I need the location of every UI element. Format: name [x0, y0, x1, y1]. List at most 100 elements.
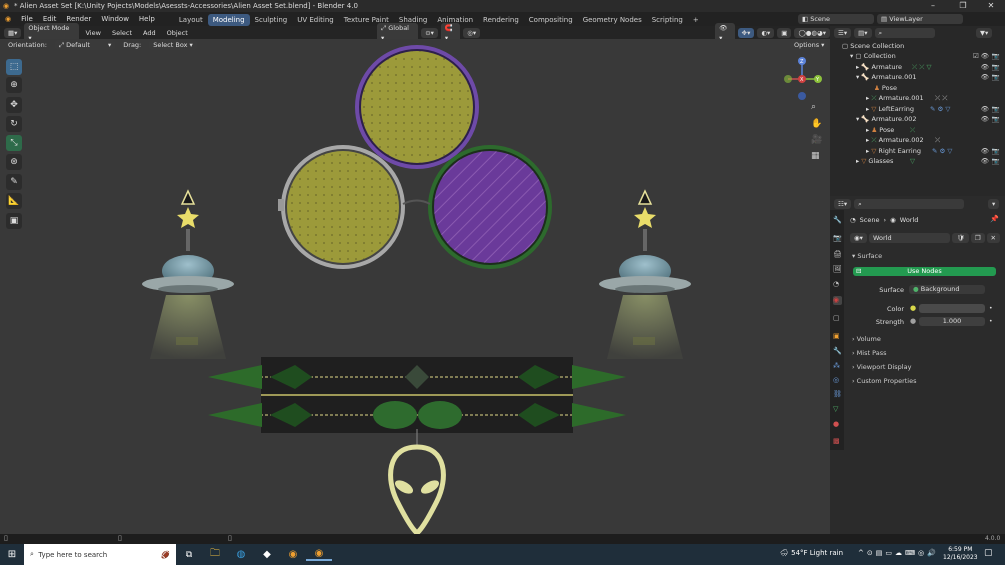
properties-editor-icon[interactable]: ☷▾ — [834, 199, 852, 209]
camera-view-icon[interactable]: 🎥 — [811, 135, 823, 147]
surface-shader-field[interactable]: ● Background — [909, 285, 985, 294]
outliner-row-pose-001[interactable]: ♟ Pose — [830, 83, 1005, 94]
outliner-row-armature-001[interactable]: ▾ 🦴 Armature.001 👁 📷 — [830, 72, 1005, 83]
collection-tab-icon[interactable]: ▢ — [833, 314, 842, 323]
tab-uv-editing[interactable]: UV Editing — [292, 14, 339, 26]
scene-collection-row[interactable]: ▢ Scene Collection — [830, 41, 1005, 52]
perspective-grid-icon[interactable]: ▦ — [811, 151, 823, 163]
outliner-row-armature[interactable]: ▸ 🦴 Armature ⤫ ⤫ ▽ 👁 📷 — [830, 62, 1005, 73]
strength-keyframe-icon[interactable]: • — [989, 318, 993, 325]
tool-tab-icon[interactable]: 🔧 — [833, 216, 842, 225]
object-tab-icon[interactable]: ▣ — [833, 332, 842, 341]
tab-modeling[interactable]: Modeling — [207, 13, 250, 26]
custom-properties-section-header[interactable]: › Custom Properties — [852, 377, 917, 385]
outliner-search-input[interactable]: ⌕ — [874, 28, 935, 38]
render-tab-icon[interactable]: 📷 — [833, 234, 842, 243]
menu-help[interactable]: Help — [134, 12, 160, 26]
outliner-row-armature-data-002[interactable]: ▸ ⤫ Armature.002 ⤫ — [830, 135, 1005, 146]
viewport-display-section-header[interactable]: › Viewport Display — [852, 363, 911, 371]
world-browse-icon[interactable]: ◉▾ — [850, 233, 867, 243]
minimize-icon[interactable]: – — [920, 0, 946, 12]
outliner-row-right-earring[interactable]: ▸ ▽ Right Earring ✎ ⚙ ▽ 👁 📷 — [830, 146, 1005, 157]
volume-section-header[interactable]: › Volume — [852, 335, 881, 343]
notification-icon[interactable]: ▢ — [984, 548, 993, 558]
taskbar-search-box[interactable]: ⌕ Type here to search 🏈 — [24, 544, 176, 565]
duplicate-icon[interactable]: ❐ — [970, 233, 985, 243]
tab-rendering[interactable]: Rendering — [478, 14, 524, 26]
strength-field[interactable]: 1.000 — [919, 317, 985, 326]
clock[interactable]: 6:59 PM 12/16/2023 — [943, 546, 978, 562]
add-menu[interactable]: Add — [139, 29, 160, 37]
blender-active-taskbar-icon[interactable]: ◉ — [306, 548, 332, 561]
zoom-icon[interactable]: ⌕ — [811, 102, 823, 114]
data-tab-icon[interactable]: ▽ — [833, 405, 842, 414]
particles-tab-icon[interactable]: ⁂ — [833, 362, 842, 371]
modifier-tab-icon[interactable]: 🔧 — [833, 347, 842, 356]
add-workspace-icon[interactable]: + — [688, 14, 704, 26]
tab-sculpting[interactable]: Sculpting — [250, 14, 293, 26]
close-icon[interactable]: ✕ — [978, 0, 1004, 12]
fake-user-icon[interactable]: 🛡 — [952, 233, 969, 243]
unlink-icon[interactable]: ✕ — [986, 233, 1000, 243]
xray-icon[interactable]: ▣ — [777, 27, 792, 38]
world-name-field[interactable]: World — [868, 233, 951, 243]
maximize-icon[interactable]: ❐ — [950, 0, 976, 12]
system-tray-icons[interactable]: ^⊙▤▭☁⌨◎🔊 — [858, 549, 939, 557]
object-menu[interactable]: Object — [163, 29, 192, 37]
tab-geometry-nodes[interactable]: Geometry Nodes — [578, 14, 647, 26]
scene-selector[interactable]: ◧ Scene — [798, 14, 875, 24]
surface-section-header[interactable]: ▾ Surface — [852, 252, 882, 260]
outliner-row-pose-002[interactable]: ▸ ♟ Pose ⤫ — [830, 125, 1005, 136]
output-tab-icon[interactable]: 🖨 — [833, 250, 842, 259]
mist-pass-section-header[interactable]: › Mist Pass — [852, 349, 886, 357]
status-bar: ▯ ▯ ▯ 4.0.0 — [0, 534, 1005, 544]
outliner-row-collection[interactable]: ▾ ▢ Collection ☑ 👁 📷 — [830, 51, 1005, 62]
proportional-edit-icon[interactable]: ◎▾ — [463, 27, 481, 38]
pan-hand-icon[interactable]: ✋ — [811, 119, 823, 131]
world-tab-icon[interactable]: ◉ — [833, 296, 842, 305]
unity-hub-icon[interactable]: ◆ — [254, 549, 280, 560]
color-swatch[interactable] — [919, 304, 985, 313]
menu-window[interactable]: Window — [96, 12, 134, 26]
overlay-icon[interactable]: ◐▾ — [757, 27, 775, 38]
scene-tab-icon[interactable]: ◔ — [833, 280, 842, 289]
windows-start-icon[interactable]: ⊞ — [0, 549, 24, 560]
properties-options-icon[interactable]: ▾ — [988, 199, 1000, 209]
texture-tab-icon[interactable]: ▩ — [833, 437, 842, 446]
select-menu[interactable]: Select — [108, 29, 136, 37]
navigation-gizmo[interactable]: Z Y X — [782, 55, 826, 103]
weather-widget[interactable]: 🌧 54°F Light rain — [780, 549, 843, 557]
filter-icon[interactable]: ▼▾ — [976, 28, 993, 38]
blender-menu-icon[interactable]: ◉ — [0, 12, 16, 26]
constraints-tab-icon[interactable]: ⛓ — [833, 390, 842, 399]
outliner-row-armature-002[interactable]: ▾ 🦴 Armature.002 👁 📷 — [830, 114, 1005, 125]
outliner-row-glasses[interactable]: ▸ ▽ Glasses ▽ 👁 📷 — [830, 156, 1005, 167]
strength-socket-icon[interactable]: ● — [910, 317, 916, 325]
color-keyframe-icon[interactable]: • — [989, 305, 993, 312]
physics-tab-icon[interactable]: ◎ — [833, 376, 842, 385]
tab-layout[interactable]: Layout — [174, 14, 208, 26]
pin-icon[interactable]: 📌 — [990, 215, 999, 223]
material-tab-icon[interactable]: ● — [833, 420, 842, 429]
edge-browser-icon[interactable]: ◍ — [228, 549, 254, 560]
shading-modes-icon[interactable]: ◯●◍◕▾ — [794, 27, 830, 38]
pivot-icon[interactable]: ⊙▾ — [421, 27, 438, 38]
editor-type-icon[interactable]: ▦▾ — [4, 27, 22, 38]
view-layer-tab-icon[interactable]: 🖼 — [833, 265, 842, 274]
outliner-row-left-earring[interactable]: ▸ ▽ LeftEarring ✎ ⚙ ▽ 👁 📷 — [830, 104, 1005, 115]
blender-taskbar-icon[interactable]: ◉ — [280, 549, 306, 560]
tab-compositing[interactable]: Compositing — [524, 14, 578, 26]
file-explorer-icon[interactable]: 🗀 — [202, 546, 228, 563]
color-socket-icon[interactable]: ● — [910, 304, 916, 312]
view-menu[interactable]: View — [82, 29, 105, 37]
properties-search-input[interactable]: ⌕ — [854, 199, 965, 209]
outliner-editor-icon[interactable]: ☰▾ — [834, 28, 852, 38]
3d-viewport[interactable]: Orientation: ⤢ Default ▾ Drag: Select Bo… — [0, 39, 830, 534]
use-nodes-button[interactable]: ⊟ Use Nodes — [853, 267, 996, 276]
outliner-row-armature-data-001[interactable]: ▸ ⤫ Armature.001 ⤫ ⤫ — [830, 93, 1005, 104]
display-mode-icon[interactable]: ▤▾ — [854, 28, 872, 38]
view-layer-selector[interactable]: ▤ ViewLayer — [877, 14, 963, 24]
gizmo-toggle-icon[interactable]: ✥▾ — [737, 27, 755, 38]
task-view-icon[interactable]: ⧉ — [176, 550, 202, 560]
tab-scripting[interactable]: Scripting — [647, 14, 688, 26]
